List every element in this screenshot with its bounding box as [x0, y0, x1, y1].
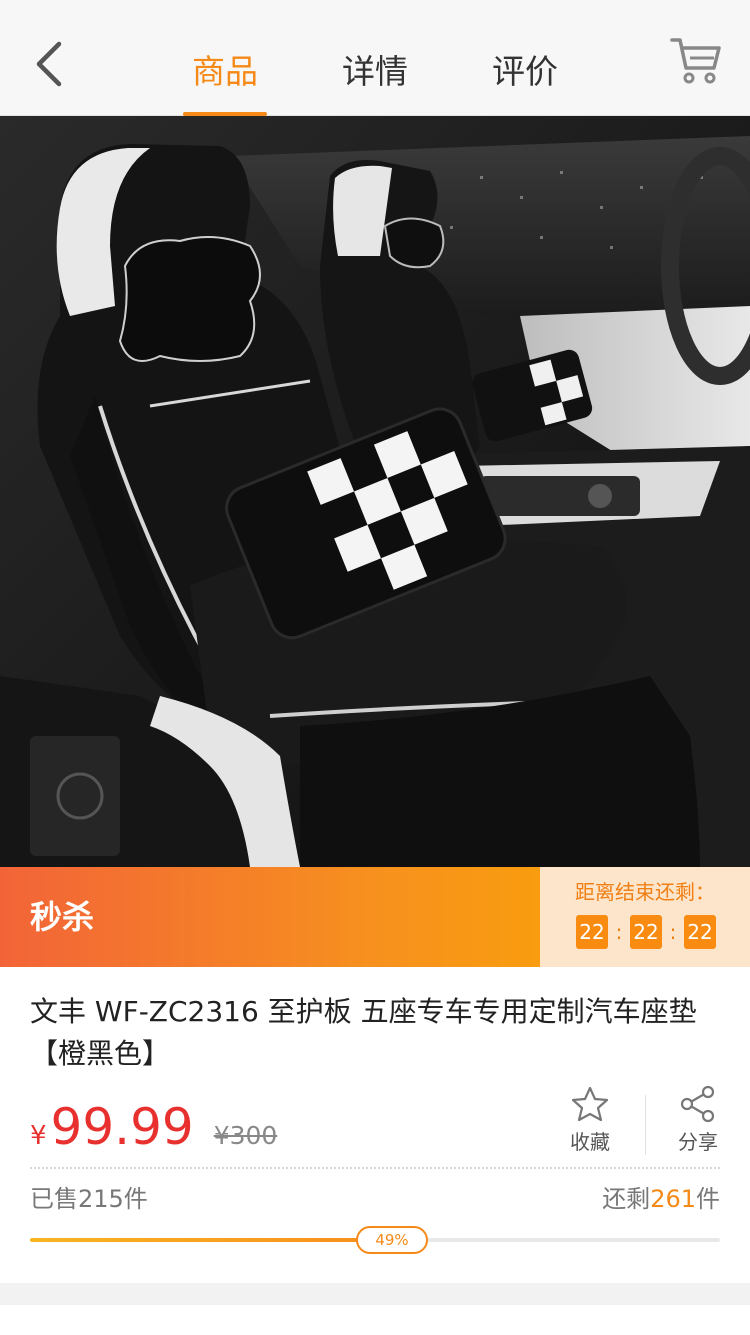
product-info-card: 文丰 WF-ZC2316 至护板 五座专车专用定制汽车座垫【橙黑色】 ¥ 99.…: [0, 967, 750, 1283]
star-icon: [571, 1086, 609, 1122]
price-row: ¥ 99.99 ¥300: [30, 1097, 277, 1157]
favorite-label: 收藏: [570, 1130, 610, 1154]
action-divider: [645, 1095, 646, 1155]
remaining-stock: 还剩261件: [602, 1181, 720, 1217]
countdown-label: 距离结束还剩：: [575, 880, 715, 904]
shopping-cart-icon: [670, 38, 721, 84]
next-section: [0, 1305, 750, 1335]
flash-sale-bar: 秒杀 距离结束还剩： 22 : 22 : 22: [0, 867, 750, 967]
flash-sale-banner: 秒杀: [0, 867, 540, 967]
original-price: ¥300: [213, 1121, 278, 1150]
currency-symbol: ¥: [30, 1121, 47, 1151]
favorite-button[interactable]: 收藏: [560, 1085, 620, 1155]
sale-price: 99.99: [50, 1098, 194, 1156]
tab-product[interactable]: 商品: [150, 0, 300, 116]
countdown-hours: 22: [576, 915, 608, 949]
countdown-timer: 22 : 22 : 22: [576, 915, 716, 949]
tab-details[interactable]: 详情: [300, 0, 450, 116]
remaining-count: 261: [650, 1185, 696, 1213]
sales-progress-fill: [30, 1238, 368, 1242]
product-image[interactable]: [0, 116, 750, 867]
countdown-minutes: 22: [630, 915, 662, 949]
share-button[interactable]: 分享: [668, 1085, 728, 1155]
countdown-panel: 距离结束还剩： 22 : 22 : 22: [540, 867, 750, 967]
share-icon: [680, 1085, 715, 1123]
remaining-suffix: 件: [696, 1185, 720, 1213]
remaining-prefix: 还剩: [602, 1185, 651, 1213]
product-title: 文丰 WF-ZC2316 至护板 五座专车专用定制汽车座垫【橙黑色】: [30, 995, 697, 1070]
countdown-separator: :: [669, 920, 677, 944]
tab-reviews[interactable]: 评价: [450, 0, 600, 116]
sales-progress-badge: 49%: [356, 1226, 428, 1254]
cart-button[interactable]: [670, 36, 722, 86]
countdown-separator: :: [615, 920, 623, 944]
top-nav-bar: 商品 详情 评价: [0, 0, 750, 116]
countdown-seconds: 22: [684, 915, 716, 949]
car-seat-photo: [0, 116, 750, 867]
back-button[interactable]: [24, 36, 72, 92]
sold-count: 已售215件: [30, 1185, 148, 1213]
chevron-left-icon: [36, 41, 62, 87]
dotted-divider: [30, 1167, 720, 1169]
tab-bar: 商品 详情 评价: [150, 0, 600, 116]
flash-sale-title: 秒杀: [30, 898, 95, 936]
share-label: 分享: [678, 1130, 718, 1154]
